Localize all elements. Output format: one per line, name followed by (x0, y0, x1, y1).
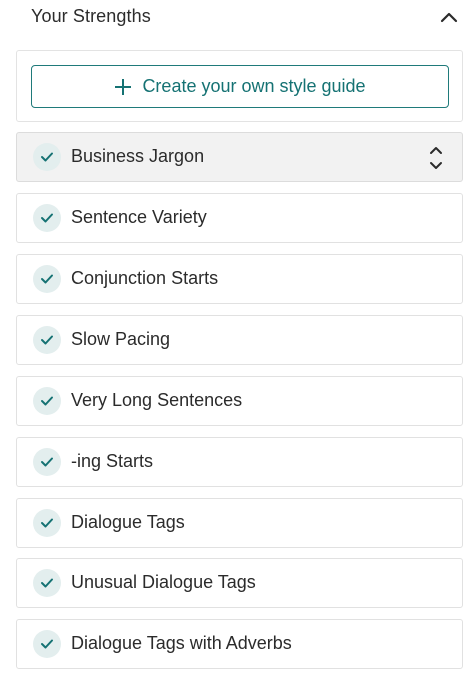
strength-item-dialogue-tags[interactable]: Dialogue Tags (16, 498, 463, 548)
strength-item-label: Very Long Sentences (71, 390, 243, 410)
expand-collapse-icon[interactable] (428, 144, 444, 172)
strength-item-unusual-dialogue-tags[interactable]: Unusual Dialogue Tags (16, 558, 463, 608)
strength-item-label: Conjunction Starts (71, 268, 219, 288)
check-icon (33, 326, 61, 354)
style-guide-panel: Create your own style guide (16, 50, 463, 122)
strength-item-label: -ing Starts (71, 451, 154, 471)
strength-item-dialogue-tags-with-adverbs[interactable]: Dialogue Tags with Adverbs (16, 619, 463, 669)
strength-item-slow-pacing[interactable]: Slow Pacing (16, 315, 463, 365)
strength-item-label: Slow Pacing (71, 329, 171, 349)
check-icon (33, 569, 61, 597)
check-icon (33, 509, 61, 537)
strength-item-very-long-sentences[interactable]: Very Long Sentences (16, 376, 463, 426)
strength-item-label: Sentence Variety (71, 207, 207, 227)
strength-item-label: Dialogue Tags with Adverbs (71, 633, 292, 653)
strength-item-label: Unusual Dialogue Tags (71, 572, 256, 592)
strength-item-label: Dialogue Tags (71, 512, 185, 532)
check-icon (33, 387, 61, 415)
create-style-guide-button[interactable]: Create your own style guide (31, 65, 449, 108)
create-style-guide-label: Create your own style guide (142, 76, 366, 96)
check-icon (33, 143, 61, 171)
check-icon (33, 630, 61, 658)
chevron-up-icon (440, 12, 458, 23)
strength-item-sentence-variety[interactable]: Sentence Variety (16, 193, 463, 243)
section-title: Your Strengths (31, 6, 151, 26)
check-icon (33, 204, 61, 232)
strength-item-label: Business Jargon (71, 146, 205, 166)
check-icon (33, 448, 61, 476)
strengths-header[interactable]: Your Strengths (0, 0, 474, 36)
collapse-button[interactable] (436, 6, 462, 28)
plus-icon (115, 78, 132, 95)
strength-item-business-jargon[interactable]: Business Jargon (16, 132, 463, 182)
check-icon (33, 265, 61, 293)
strength-item-ing-starts[interactable]: -ing Starts (16, 437, 463, 487)
strength-item-conjunction-starts[interactable]: Conjunction Starts (16, 254, 463, 304)
